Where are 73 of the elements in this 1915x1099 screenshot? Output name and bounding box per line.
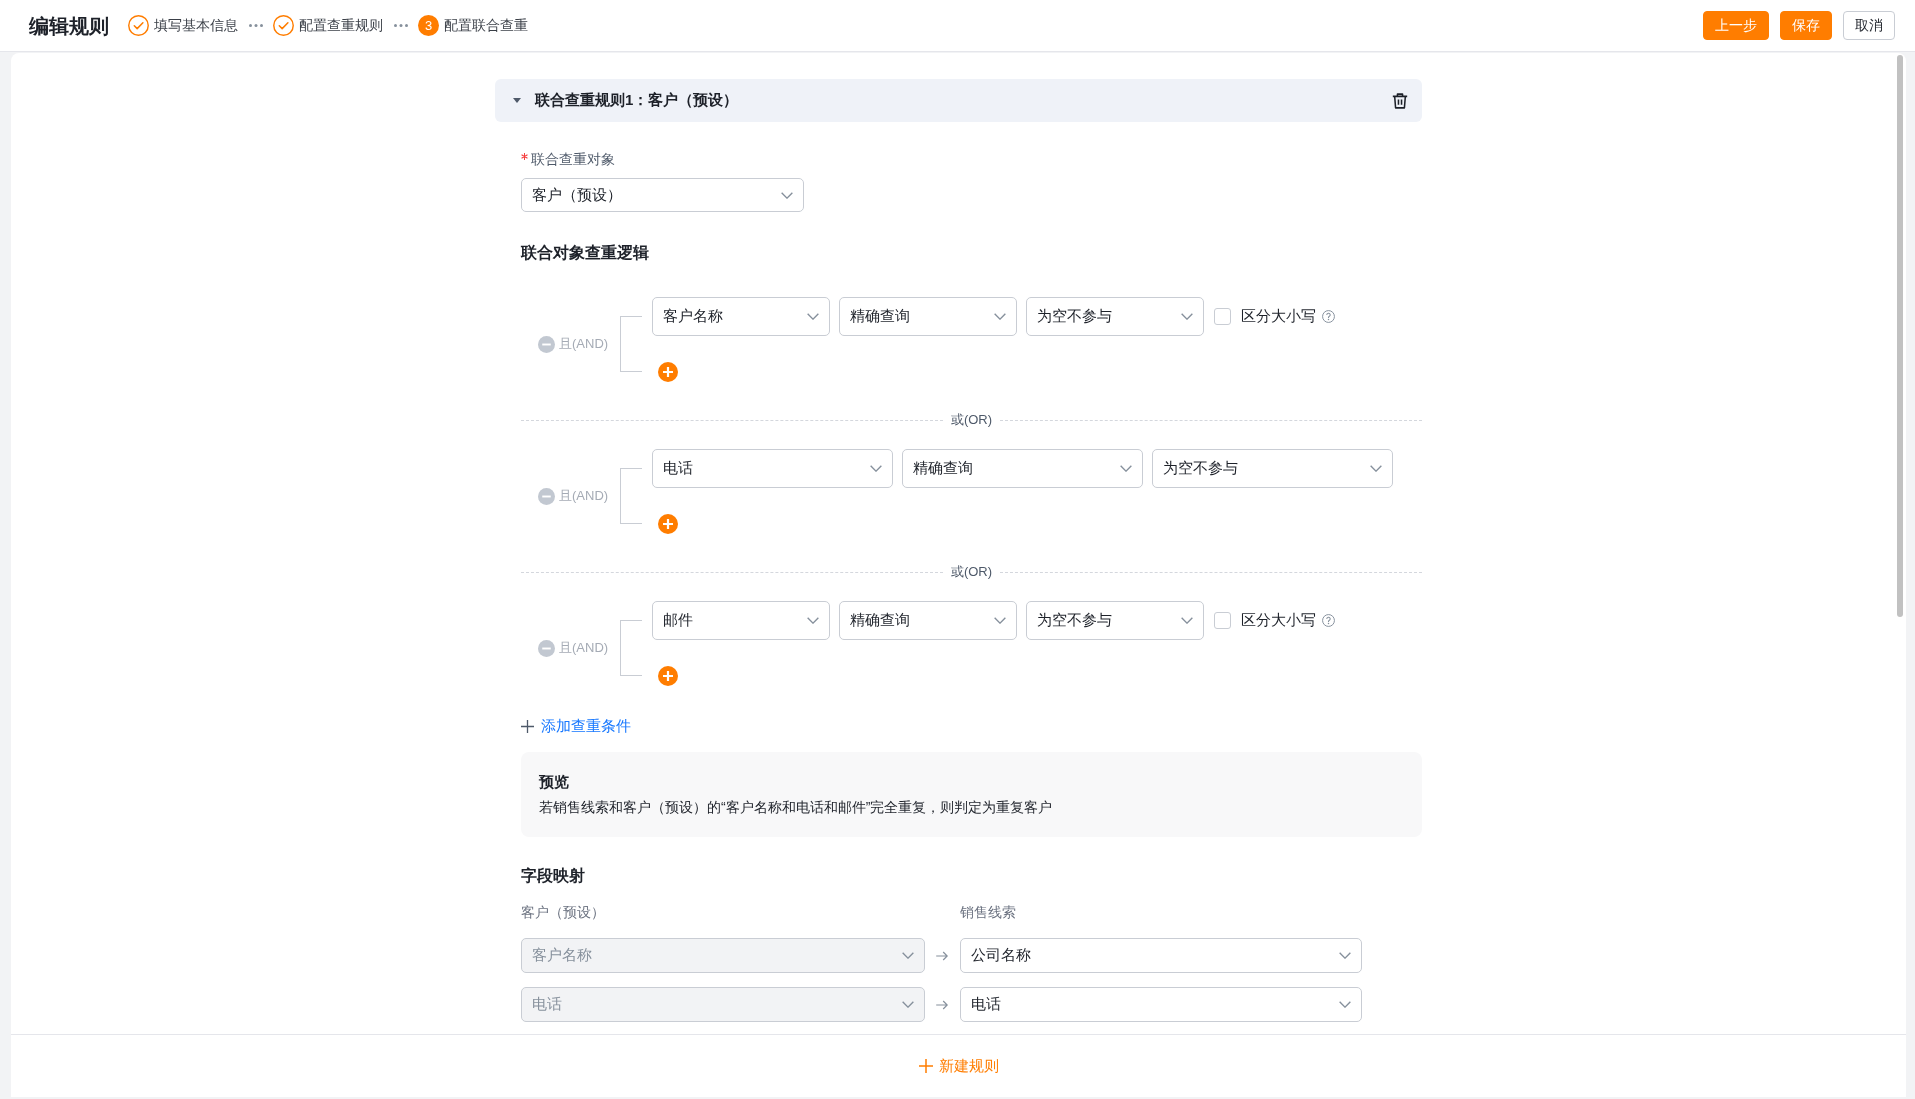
section-title: 联合对象查重逻辑 bbox=[521, 243, 650, 263]
group-bracket bbox=[620, 468, 642, 524]
select-field[interactable]: 客户（预设） bbox=[521, 178, 804, 212]
checkbox-label: 区分大小写 bbox=[1241, 610, 1316, 631]
caret-down-icon[interactable] bbox=[513, 98, 521, 103]
minus-circle-icon[interactable] bbox=[538, 639, 555, 657]
chevron-down-icon bbox=[807, 617, 819, 624]
select-field[interactable]: 精确查询 bbox=[839, 297, 1017, 336]
plus-circle-icon[interactable] bbox=[658, 514, 678, 534]
select-field[interactable]: 精确查询 bbox=[902, 449, 1143, 488]
and-operator-label: 且(AND) bbox=[559, 639, 609, 658]
section-title: 字段映射 bbox=[521, 866, 586, 886]
chevron-down-icon bbox=[902, 1001, 914, 1008]
page-title: 编辑规则 bbox=[29, 13, 109, 39]
select-field[interactable]: 电话 bbox=[652, 449, 893, 488]
step-number-badge: 3 bbox=[418, 15, 439, 36]
trash-icon[interactable] bbox=[1392, 92, 1408, 109]
rule-title: 联合查重规则1：客户（预设） bbox=[535, 90, 739, 111]
chevron-down-icon bbox=[994, 617, 1006, 624]
chevron-down-icon bbox=[1120, 465, 1132, 472]
and-operator-label: 且(AND) bbox=[559, 335, 609, 354]
plus-icon bbox=[521, 719, 534, 733]
checkbox[interactable] bbox=[1214, 612, 1231, 629]
preview-title: 预览 bbox=[539, 772, 569, 792]
minus-circle-icon[interactable] bbox=[538, 487, 555, 505]
chevron-down-icon bbox=[1181, 313, 1193, 320]
arrow-right-icon bbox=[936, 950, 948, 961]
help-icon[interactable] bbox=[1322, 310, 1335, 323]
plus-circle-icon[interactable] bbox=[658, 666, 678, 686]
chevron-down-icon bbox=[902, 952, 914, 959]
rule-header[interactable]: 联合查重规则1：客户（预设） bbox=[495, 79, 1422, 122]
step-label: 配置查重规则 bbox=[299, 16, 383, 35]
chevron-down-icon bbox=[1181, 617, 1193, 624]
chevron-down-icon bbox=[1339, 1001, 1351, 1008]
and-operator-label: 且(AND) bbox=[559, 487, 609, 506]
ellipsis-icon bbox=[394, 24, 408, 27]
chevron-down-icon bbox=[1370, 465, 1382, 472]
plus-circle-icon[interactable] bbox=[658, 362, 678, 382]
chevron-down-icon bbox=[781, 191, 793, 199]
select-field[interactable]: 精确查询 bbox=[839, 601, 1017, 640]
select-field[interactable]: 为空不参与 bbox=[1152, 449, 1393, 488]
column-label: 客户（预设） bbox=[521, 903, 606, 922]
step-label: 配置联合查重 bbox=[444, 16, 528, 35]
scrollbar-thumb[interactable] bbox=[1897, 55, 1903, 617]
add-condition-button[interactable]: 添加查重条件 bbox=[521, 715, 631, 737]
ellipsis-icon bbox=[249, 24, 263, 27]
group-bracket bbox=[620, 316, 642, 372]
column-label: 销售线索 bbox=[960, 903, 1016, 922]
check-circle-icon bbox=[128, 15, 149, 36]
select-field[interactable]: 电话 bbox=[960, 987, 1362, 1022]
toolbar-button[interactable]: 取消 bbox=[1843, 11, 1895, 40]
chevron-down-icon bbox=[994, 313, 1006, 320]
select-field[interactable]: 为空不参与 bbox=[1026, 601, 1204, 640]
chevron-down-icon bbox=[807, 313, 819, 320]
preview-text: 若销售线索和客户（预设）的“客户名称和电话和邮件”完全重复，则判定为重复客户 bbox=[539, 798, 1053, 817]
step-label: 填写基本信息 bbox=[154, 16, 238, 35]
select-field[interactable]: 邮件 bbox=[652, 601, 830, 640]
arrow-right-icon bbox=[936, 999, 948, 1010]
select-field[interactable]: 客户名称 bbox=[652, 297, 830, 336]
chevron-down-icon bbox=[1339, 952, 1351, 959]
group-bracket bbox=[620, 620, 642, 676]
plus-icon bbox=[918, 1059, 933, 1073]
checkbox-label: 区分大小写 bbox=[1241, 306, 1316, 327]
check-circle-icon bbox=[273, 15, 294, 36]
checkbox[interactable] bbox=[1214, 308, 1231, 325]
chevron-down-icon bbox=[870, 465, 882, 472]
or-operator-label: 或(OR) bbox=[949, 563, 994, 582]
or-operator-label: 或(OR) bbox=[949, 411, 994, 430]
minus-circle-icon[interactable] bbox=[538, 335, 555, 353]
select-field[interactable]: 公司名称 bbox=[960, 938, 1362, 973]
select-field[interactable]: 为空不参与 bbox=[1026, 297, 1204, 336]
field-label: 联合查重对象 bbox=[531, 150, 615, 169]
help-icon[interactable] bbox=[1322, 614, 1335, 627]
